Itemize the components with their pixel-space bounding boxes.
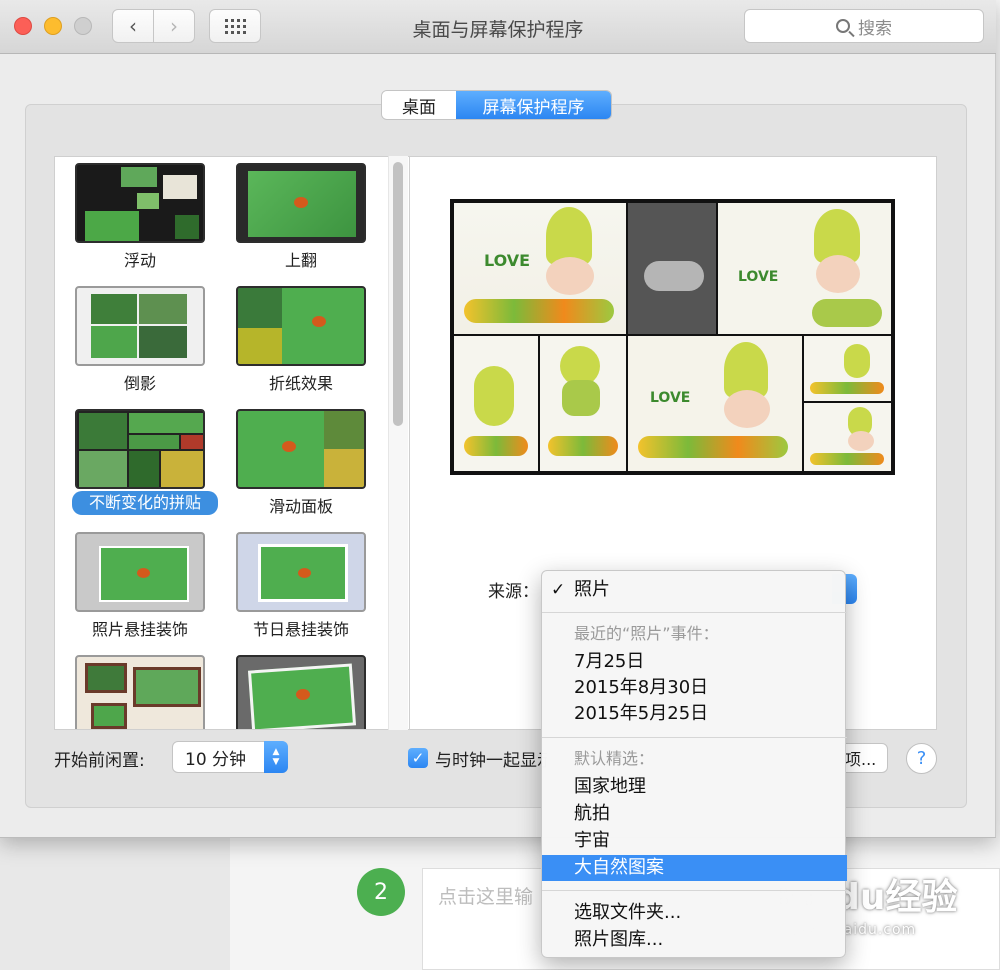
- menu-item-national-geographic[interactable]: 国家地理: [542, 774, 847, 800]
- checkmark-icon: ✓: [411, 749, 425, 767]
- screensaver-thumbnail: [236, 655, 366, 729]
- search-field[interactable]: 搜索: [744, 9, 984, 43]
- checkmark-icon: ✓: [551, 580, 566, 600]
- screensaver-thumbnail: [236, 286, 366, 366]
- collage-photo: LOVE: [454, 203, 626, 334]
- screensaver-label: 折纸效果: [268, 374, 333, 393]
- screensaver-list: 浮动 上翻 倒影 折纸效果 不断变化的拼贴 滑动面板 照片悬挂装饰 节日悬挂装饰: [54, 156, 410, 730]
- menu-header-default: 默认精选：: [574, 749, 655, 768]
- collage-photo: [454, 336, 538, 471]
- menu-separator: [542, 890, 847, 891]
- screensaver-label: 滑动面板: [268, 497, 333, 516]
- love-text: LOVE: [650, 390, 691, 406]
- menu-separator: [542, 737, 847, 738]
- screensaver-label-selected: 不断变化的拼贴: [72, 491, 218, 515]
- screensaver-label: 浮动: [123, 251, 156, 270]
- show-clock-checkbox[interactable]: ✓: [408, 748, 428, 768]
- tab-desktop[interactable]: 桌面: [382, 91, 456, 119]
- screensaver-thumbnail: [75, 532, 205, 612]
- source-dropdown-menu: ✓ 照片 最近的“照片”事件： 7月25日 2015年8月30日 2015年5月…: [541, 570, 847, 958]
- collage-photo: [804, 336, 891, 401]
- screensaver-thumbnail: [75, 655, 205, 729]
- updown-chevron-icon: ▲ ▼: [264, 741, 288, 773]
- tab-screen-saver[interactable]: 屏幕保护程序: [456, 91, 611, 119]
- screensaver-thumbnail: [236, 163, 366, 243]
- source-label: 来源：: [488, 582, 539, 602]
- menu-item-cosmos[interactable]: 宇宙: [542, 828, 847, 854]
- collage-photo: [540, 336, 626, 471]
- screensaver-label: 照片悬挂装饰: [91, 620, 188, 639]
- love-text: LOVE: [738, 269, 779, 285]
- idle-time-value: 10 分钟: [185, 749, 247, 770]
- idle-time-label: 开始前闲置:: [54, 751, 145, 771]
- menu-item-recent-event[interactable]: 2015年8月30日: [542, 675, 847, 701]
- screensaver-thumbnail: [75, 163, 205, 243]
- show-clock-label: 与时钟一起显示: [435, 751, 547, 771]
- collage-photo: LOVE: [628, 336, 802, 471]
- screensaver-thumbnail: [75, 409, 205, 489]
- menu-item-label: 照片: [574, 579, 610, 600]
- menu-item-nature-patterns[interactable]: 大自然图案: [542, 855, 847, 881]
- collage-photo: LOVE: [718, 203, 891, 334]
- source-options-label: 项...: [845, 750, 877, 769]
- menu-item-photos[interactable]: ✓ 照片: [542, 577, 847, 603]
- step-number-badge: 2: [357, 868, 405, 916]
- collage-photo: [804, 403, 891, 471]
- background-left-column: [0, 830, 230, 970]
- screensaver-thumbnail: [236, 409, 366, 489]
- love-text: LOVE: [484, 251, 531, 270]
- screensaver-label: 倒影: [123, 374, 156, 393]
- title-bar: ‹ › 桌面与屏幕保护程序 搜索: [0, 0, 996, 54]
- menu-separator: [542, 612, 847, 613]
- menu-item-photos-library[interactable]: 照片图库...: [542, 927, 847, 953]
- menu-item-aerial[interactable]: 航拍: [542, 801, 847, 827]
- idle-time-select[interactable]: 10 分钟 ▲ ▼: [172, 741, 288, 773]
- screensaver-label: 上翻: [284, 251, 317, 270]
- help-button[interactable]: ?: [906, 743, 937, 774]
- screensaver-thumbnail: [75, 286, 205, 366]
- list-scrollbar-thumb[interactable]: [393, 162, 403, 426]
- preview-collage: LOVE LOVE LOVE: [450, 199, 895, 475]
- menu-header-recent: 最近的“照片”事件：: [574, 624, 719, 643]
- menu-item-recent-event[interactable]: 7月25日: [542, 649, 847, 675]
- collage-photo: [628, 203, 716, 334]
- menu-item-recent-event[interactable]: 2015年5月25日: [542, 701, 847, 727]
- background-card-text: 点击这里输: [438, 886, 534, 908]
- screensaver-label: 节日悬挂装饰: [252, 620, 349, 639]
- segmented-tabs: 桌面 屏幕保护程序: [381, 90, 612, 120]
- search-placeholder: 搜索: [858, 18, 892, 39]
- screensaver-thumbnail: [236, 532, 366, 612]
- menu-item-choose-folder[interactable]: 选取文件夹...: [542, 900, 847, 926]
- search-icon: [836, 19, 850, 33]
